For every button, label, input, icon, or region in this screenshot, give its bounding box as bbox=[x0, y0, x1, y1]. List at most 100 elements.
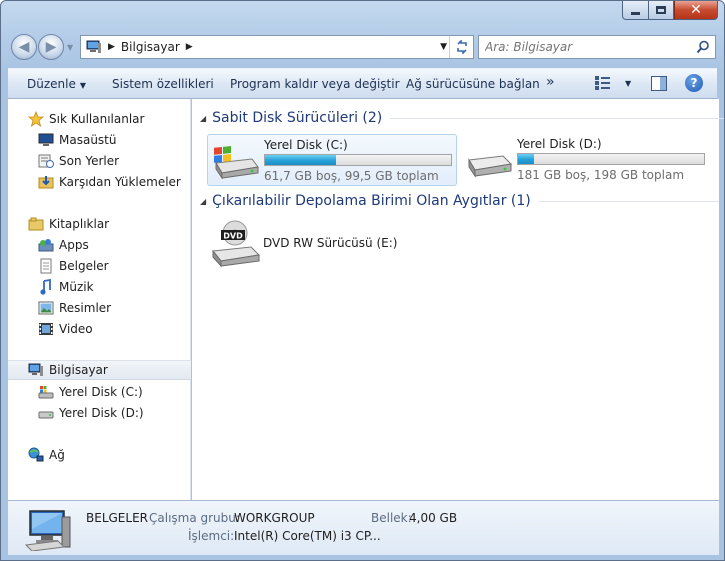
sidebar-item-local-disk-c[interactable]: Yerel Disk (C:) bbox=[8, 382, 191, 402]
sidebar-item-libraries[interactable]: Kitaplıklar bbox=[8, 214, 191, 234]
workgroup-value: WORKGROUP bbox=[234, 511, 315, 525]
processor-label: İşlemci: bbox=[188, 529, 235, 543]
back-arrow-icon: ◀ bbox=[18, 39, 30, 55]
sidebar-item-label: Resimler bbox=[59, 301, 112, 315]
navigation-pane: Sık Kullanılanlar Masaüstü Son Yerler Ka… bbox=[8, 99, 191, 500]
drive-tile-dvd[interactable]: DVD DVD RW Sürücüsü (E:) bbox=[207, 219, 457, 271]
desktop-icon bbox=[38, 132, 54, 148]
maximize-button[interactable] bbox=[648, 1, 674, 20]
drive-usage-bar bbox=[517, 153, 705, 165]
apps-library-icon bbox=[38, 237, 54, 253]
drive-tile-d[interactable]: Yerel Disk (D:) 181 GB boş, 198 GB topla… bbox=[461, 134, 711, 186]
processor-value: Intel(R) Core(TM) i3 CP... bbox=[234, 529, 381, 543]
sidebar-item-label: Apps bbox=[59, 238, 89, 252]
drive-tile-c[interactable]: Yerel Disk (C:) 61,7 GB boş, 99,5 GB top… bbox=[207, 134, 457, 186]
memory-value: 4,00 GB bbox=[409, 511, 458, 525]
sidebar-item-label: Bilgisayar bbox=[49, 363, 108, 377]
change-view-button[interactable]: ▼ bbox=[595, 76, 631, 90]
group-header-hard-disks[interactable]: ◢ Sabit Disk Sürücüleri (2) bbox=[200, 110, 724, 126]
breadcrumb-separator-icon[interactable]: ▶ bbox=[186, 42, 193, 52]
system-properties-button[interactable]: Sistem özellikleri bbox=[112, 77, 214, 91]
address-bar[interactable]: ▶ Bilgisayar ▶ ▼ bbox=[80, 35, 474, 59]
dvd-drive-icon: DVD bbox=[212, 220, 261, 267]
sidebar-item-label: Karşıdan Yüklemeler bbox=[59, 175, 181, 189]
sidebar-item-downloads[interactable]: Karşıdan Yüklemeler bbox=[8, 172, 191, 192]
sidebar-item-desktop[interactable]: Masaüstü bbox=[8, 130, 191, 150]
computer-name: BELGELER bbox=[86, 511, 148, 525]
libraries-icon bbox=[28, 216, 44, 232]
dvd-logo-label: DVD bbox=[223, 232, 243, 241]
close-button[interactable]: ✕ bbox=[674, 1, 718, 20]
sidebar-item-label: Yerel Disk (C:) bbox=[59, 385, 143, 399]
sidebar-item-favorites[interactable]: Sık Kullanılanlar bbox=[8, 109, 191, 129]
drive-usage-fill bbox=[265, 155, 336, 165]
recent-places-icon bbox=[38, 153, 54, 169]
forward-arrow-icon: ▶ bbox=[45, 39, 57, 55]
uninstall-program-button[interactable]: Program kaldır veya değiştir bbox=[230, 77, 400, 91]
sidebar-item-label: Masaüstü bbox=[59, 133, 117, 147]
refresh-icon bbox=[456, 40, 467, 54]
forward-button[interactable]: ▶ bbox=[38, 34, 64, 60]
drive-usage-bar bbox=[264, 154, 452, 166]
sidebar-item-music[interactable]: Müzik bbox=[8, 277, 191, 297]
sidebar-item-label: Ağ bbox=[49, 448, 65, 462]
sidebar-item-video[interactable]: Video bbox=[8, 319, 191, 339]
chevron-down-icon: ▼ bbox=[79, 81, 87, 90]
hard-drive-icon bbox=[468, 155, 513, 178]
music-icon bbox=[38, 279, 54, 295]
details-pane: BELGELER Çalışma grubu: WORKGROUP Bellek… bbox=[8, 500, 719, 555]
sidebar-item-label: Belgeler bbox=[59, 259, 109, 273]
organize-label: Düzenle bbox=[27, 77, 76, 91]
sidebar-item-local-disk-d[interactable]: Yerel Disk (D:) bbox=[8, 403, 191, 423]
computer-icon bbox=[86, 40, 101, 53]
system-drive-icon bbox=[38, 384, 54, 400]
command-bar: Düzenle ▼ Sistem özellikleri Program kald… bbox=[8, 68, 717, 99]
refresh-button[interactable] bbox=[449, 36, 473, 58]
breadcrumb-separator-icon[interactable]: ▶ bbox=[108, 42, 115, 52]
drive-space-info: 61,7 GB boş, 99,5 GB toplam bbox=[264, 169, 439, 183]
help-button[interactable]: ? bbox=[685, 74, 703, 92]
history-dropdown-icon[interactable]: ▼ bbox=[67, 43, 73, 52]
map-network-drive-button[interactable]: Ağ sürücüsüne bağlan bbox=[406, 77, 540, 91]
group-header-removable[interactable]: ◢ Çıkarılabilir Depolama Birimi Olan Ayg… bbox=[200, 193, 719, 209]
collapse-triangle-icon: ◢ bbox=[200, 196, 207, 206]
system-drive-icon bbox=[214, 146, 259, 179]
more-commands-button[interactable]: » bbox=[546, 74, 555, 90]
sidebar-item-label: Son Yerler bbox=[59, 154, 120, 168]
drive-name: Yerel Disk (D:) bbox=[517, 137, 602, 151]
address-dropdown-icon[interactable]: ▼ bbox=[440, 42, 447, 52]
sidebar-item-computer[interactable]: Bilgisayar bbox=[8, 360, 191, 380]
organize-button[interactable]: Düzenle ▼ bbox=[27, 77, 86, 91]
pictures-icon bbox=[38, 300, 54, 316]
explorer-window: ✕ ◀ ▶ ▼ ▶ Bilgisayar ▶ ▼ Ara: Bilgisayar… bbox=[0, 0, 725, 561]
sidebar-item-label: Video bbox=[59, 322, 93, 336]
memory-label: Bellek: bbox=[371, 511, 412, 525]
computer-icon bbox=[24, 510, 71, 551]
sidebar-item-pictures[interactable]: Resimler bbox=[8, 298, 191, 318]
chevron-down-icon: ▼ bbox=[625, 78, 632, 88]
sidebar-item-label: Yerel Disk (D:) bbox=[59, 406, 144, 420]
sidebar-item-documents[interactable]: Belgeler bbox=[8, 256, 191, 276]
minimize-icon bbox=[631, 11, 640, 15]
search-icon[interactable] bbox=[696, 40, 710, 54]
content-pane: ◢ Sabit Disk Sürücüleri (2) Yerel Disk (… bbox=[192, 99, 724, 500]
sidebar-item-network[interactable]: Ağ bbox=[8, 445, 191, 465]
search-box[interactable] bbox=[478, 35, 716, 59]
video-icon bbox=[38, 321, 54, 337]
close-icon: ✕ bbox=[690, 2, 702, 18]
star-icon bbox=[28, 111, 44, 127]
hard-drive-icon bbox=[38, 405, 54, 421]
back-button[interactable]: ◀ bbox=[11, 34, 37, 60]
drive-usage-fill bbox=[518, 154, 534, 164]
sidebar-item-apps[interactable]: Apps bbox=[8, 235, 191, 255]
preview-pane-button[interactable] bbox=[651, 76, 667, 91]
maximize-icon bbox=[656, 6, 666, 14]
breadcrumb-computer[interactable]: Bilgisayar bbox=[121, 40, 180, 54]
search-input[interactable] bbox=[485, 40, 685, 54]
group-header-label: Sabit Disk Sürücüleri (2) bbox=[212, 110, 383, 126]
minimize-button[interactable] bbox=[622, 1, 648, 20]
drive-name: Yerel Disk (C:) bbox=[264, 138, 348, 152]
help-icon: ? bbox=[690, 76, 698, 90]
sidebar-item-recent-places[interactable]: Son Yerler bbox=[8, 151, 191, 171]
caption-buttons: ✕ bbox=[622, 1, 718, 21]
